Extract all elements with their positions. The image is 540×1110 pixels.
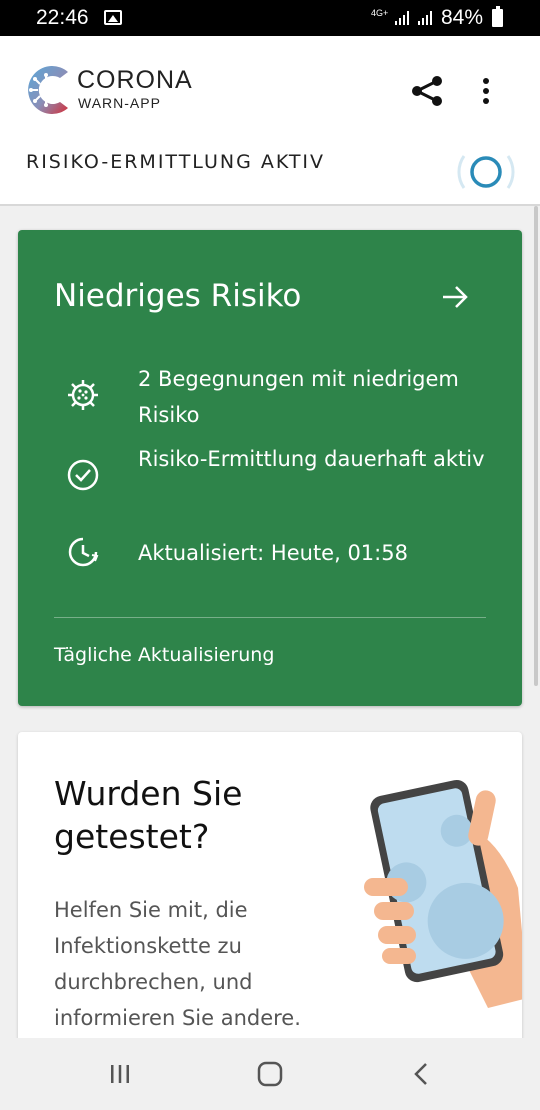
- navigation-bar: [0, 1038, 540, 1110]
- share-icon[interactable]: [408, 72, 446, 110]
- more-vert-icon[interactable]: [472, 72, 500, 110]
- encounters-text: 2 Begegnungen mit niedrigem Risiko: [138, 367, 459, 427]
- home-icon[interactable]: [257, 1061, 283, 1087]
- recent-apps-icon[interactable]: [106, 1060, 134, 1088]
- battery-icon: [492, 6, 503, 27]
- network-type: 4G+: [371, 8, 389, 18]
- app-bar: CORONA WARN-APP RISIKO-ERMITTLUNG AKTIV: [0, 36, 540, 204]
- arrow-right-icon[interactable]: [440, 282, 470, 312]
- test-card-body: Helfen Sie mit, die Infektionskette zu d…: [54, 898, 301, 1030]
- signal-icon: [418, 11, 432, 25]
- update-schedule-text: Tägliche Aktualisierung: [54, 644, 275, 666]
- brand-subtitle: WARN-APP: [78, 95, 161, 111]
- test-card-title: Wurden Sie getestet?: [54, 774, 243, 856]
- corona-warn-app-logo-icon: [28, 66, 68, 114]
- clock-refresh-icon: [68, 537, 99, 567]
- status-bar: 22:46 4G+ 84%: [0, 0, 540, 36]
- risk-card-divider: [54, 617, 486, 618]
- back-icon[interactable]: [408, 1060, 436, 1088]
- hand-holding-phone-illustration: [364, 779, 522, 1008]
- last-updated-text: Aktualisiert: Heute, 01:58: [138, 541, 408, 565]
- detection-active-text: Risiko-Ermittlung dauerhaft aktiv: [138, 447, 485, 471]
- risk-card[interactable]: Niedriges Risiko 2 Begegnungen mit niedr…: [18, 230, 522, 706]
- brand-name: CORONA: [77, 66, 193, 94]
- test-card[interactable]: Wurden Sie getestet? Helfen Sie mit, die…: [18, 732, 522, 1072]
- app-bar-divider: [0, 204, 540, 206]
- risk-detection-active-indicator-icon[interactable]: [454, 144, 518, 200]
- battery-percentage: 84%: [441, 6, 484, 29]
- gallery-icon: [104, 10, 122, 25]
- scrollbar[interactable]: [534, 206, 538, 686]
- check-circle-icon: [67, 459, 99, 491]
- risk-title: Niedriges Risiko: [54, 278, 302, 314]
- status-time: 22:46: [36, 6, 89, 29]
- risk-detection-status: RISIKO-ERMITTLUNG AKTIV: [26, 151, 326, 173]
- signal-icon: [395, 11, 409, 25]
- virus-icon: [68, 380, 98, 410]
